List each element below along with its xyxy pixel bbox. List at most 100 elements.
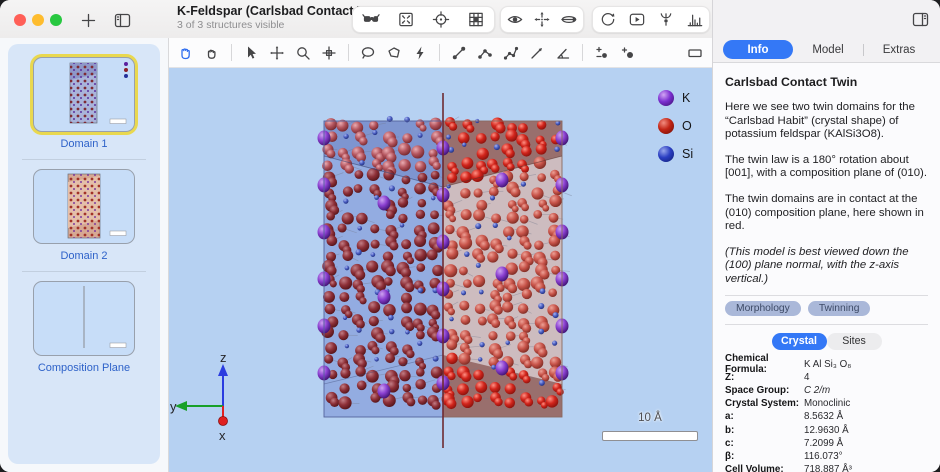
lasso-select-icon[interactable] (385, 43, 403, 63)
stereo-glasses-icon[interactable] (361, 10, 380, 30)
structure-list: Domain 1 Domain 2 Composition Plane (8, 44, 160, 464)
panel-divider (725, 323, 928, 325)
window-title-block: K-Feldspar (Carlsbad Contact T… 3 of 3 s… (177, 4, 377, 31)
table-row: a: 8.5632 Å (725, 411, 844, 423)
tab-crystal[interactable]: Crystal (771, 332, 827, 350)
sidebar-separator (22, 271, 146, 272)
app-window: K-Feldspar (Carlsbad Contact T… 3 of 3 s… (0, 0, 940, 472)
balloon-select-icon[interactable] (359, 43, 377, 63)
table-row: c: 7.2099 Å (725, 437, 844, 449)
title-bar: K-Feldspar (Carlsbad Contact T… 3 of 3 s… (0, 0, 712, 38)
scale-bar-rule (602, 431, 698, 441)
bond-pour-icon[interactable] (657, 10, 675, 30)
axis-gizmo: z y x (170, 350, 228, 443)
main-column: K O Si z y x 10 Å (168, 38, 712, 472)
thumbnail-domain-1[interactable] (33, 57, 135, 132)
window-subtitle: 3 of 3 structures visible (177, 19, 285, 32)
related-links: Morphology Twinning (725, 300, 928, 316)
quick-measure-icon[interactable] (411, 43, 429, 63)
axis-label-y: y (170, 399, 177, 414)
recentre-tool-icon[interactable] (320, 43, 338, 63)
center-target-icon[interactable] (432, 10, 450, 30)
table-row: b: 12.9630 Å (725, 424, 849, 436)
sidebar-separator (22, 159, 146, 160)
auto-rotate-icon[interactable] (599, 10, 617, 30)
potassium-sphere-icon (658, 90, 674, 106)
animation-tool-group (592, 6, 710, 33)
grab-hand-icon[interactable] (203, 43, 221, 63)
info-paragraph: Here we see two twin domains for the “Ca… (725, 101, 915, 141)
tab-info[interactable]: Info (723, 40, 793, 59)
table-row: Cell Volume: 718.887 Å³ (725, 464, 852, 472)
table-row: Space Group: C 2/m (725, 385, 831, 396)
legend-label: Si (682, 147, 694, 161)
display-tool-group (500, 6, 584, 33)
select-cursor-icon[interactable] (242, 43, 260, 63)
scale-bar-label: 10 Å (638, 412, 662, 424)
close-button[interactable] (14, 14, 26, 26)
thumbnail-label-domain-2: Domain 2 (60, 250, 108, 262)
legend-label: O (682, 119, 692, 133)
play-animation-icon[interactable] (628, 10, 646, 30)
zoom-tool-icon[interactable] (294, 43, 312, 63)
label-bar-icon[interactable] (686, 43, 704, 63)
table-row: Crystal System: Monoclinic (725, 398, 851, 410)
scale-bar: 10 Å (602, 412, 698, 441)
thumbnail-label-composition-plane: Composition Plane (37, 362, 131, 374)
zoom-to-fit-icon[interactable] (397, 10, 415, 30)
sidebar-toggle-icon[interactable] (112, 10, 132, 30)
crystal-sites-tabs: Crystal Sites (725, 332, 928, 350)
inspector-panel: Info Model Extras Carlsbad Contact Twin … (712, 0, 940, 472)
window-title: K-Feldspar (Carlsbad Contact T… (177, 4, 378, 18)
tab-extras[interactable]: Extras (864, 40, 934, 59)
structure-sidebar: Domain 1 Domain 2 Composition Plane (0, 38, 168, 472)
zoom-button[interactable] (50, 14, 62, 26)
add-remove-atoms-icon[interactable] (593, 43, 611, 63)
axis-label-x: x (219, 428, 226, 443)
tab-model[interactable]: Model (793, 40, 863, 59)
translate-arrows-icon[interactable] (533, 10, 551, 30)
info-heading: Carlsbad Contact Twin (725, 75, 858, 89)
legend-label: K (682, 91, 691, 105)
rotate-axis-icon[interactable] (560, 10, 578, 30)
oxygen-sphere-icon (658, 118, 674, 134)
move-tool-icon[interactable] (268, 43, 286, 63)
inspector-tabs: Info Model Extras (723, 40, 934, 59)
table-row: Z: 4 (725, 371, 810, 383)
view-tool-group (352, 6, 495, 33)
info-pane: Carlsbad Contact Twin Here we see two tw… (713, 62, 940, 472)
edit-toolbar (169, 38, 712, 68)
diffraction-plot-icon[interactable] (686, 10, 704, 30)
new-plus-icon[interactable] (78, 10, 98, 30)
legend-item-K[interactable]: K (658, 84, 693, 112)
inspector-toggle-icon[interactable] (911, 10, 930, 29)
legend-item-O[interactable]: O (658, 112, 693, 140)
minimize-button[interactable] (32, 14, 44, 26)
info-paragraph: The twin domains are in contact at the (… (725, 192, 924, 233)
bond-torsion-icon[interactable] (502, 43, 520, 63)
thumbnail-composition-plane[interactable] (33, 281, 135, 356)
thumbnail-label-domain-1: Domain 1 (60, 138, 108, 150)
info-paragraph-note: (This model is best viewed down the (100… (725, 245, 909, 285)
crystal-data-table: Chemical Formula: K Al Si₃ O₈ Z: 4 Space G… (725, 353, 928, 472)
info-paragraph: The twin law is a 180° rotation about [0… (725, 153, 927, 180)
add-atom-icon[interactable] (619, 43, 637, 63)
axis-label-z: z (220, 350, 227, 365)
table-row: β: 116.073° (725, 450, 843, 462)
structure-viewport[interactable]: K O Si z y x 10 Å (169, 68, 712, 472)
thumbnail-domain-2[interactable] (33, 169, 135, 244)
table-row: Chemical Formula: K Al Si₃ O₈ (725, 353, 852, 376)
legend-item-Si[interactable]: Si (658, 140, 693, 168)
bond-angle-icon[interactable] (476, 43, 494, 63)
panel-divider (725, 294, 928, 296)
pan-hand-icon[interactable] (177, 43, 195, 63)
twinning-link[interactable]: Twinning (807, 300, 871, 316)
tab-sites[interactable]: Sites (826, 332, 882, 350)
vector-icon[interactable] (528, 43, 546, 63)
lattice-grid-icon[interactable] (467, 10, 485, 30)
visibility-eye-icon[interactable] (506, 10, 524, 30)
morphology-link[interactable]: Morphology (725, 300, 801, 316)
angle-icon[interactable] (554, 43, 572, 63)
element-legend: K O Si (658, 84, 693, 168)
bond-distance-icon[interactable] (450, 43, 468, 63)
